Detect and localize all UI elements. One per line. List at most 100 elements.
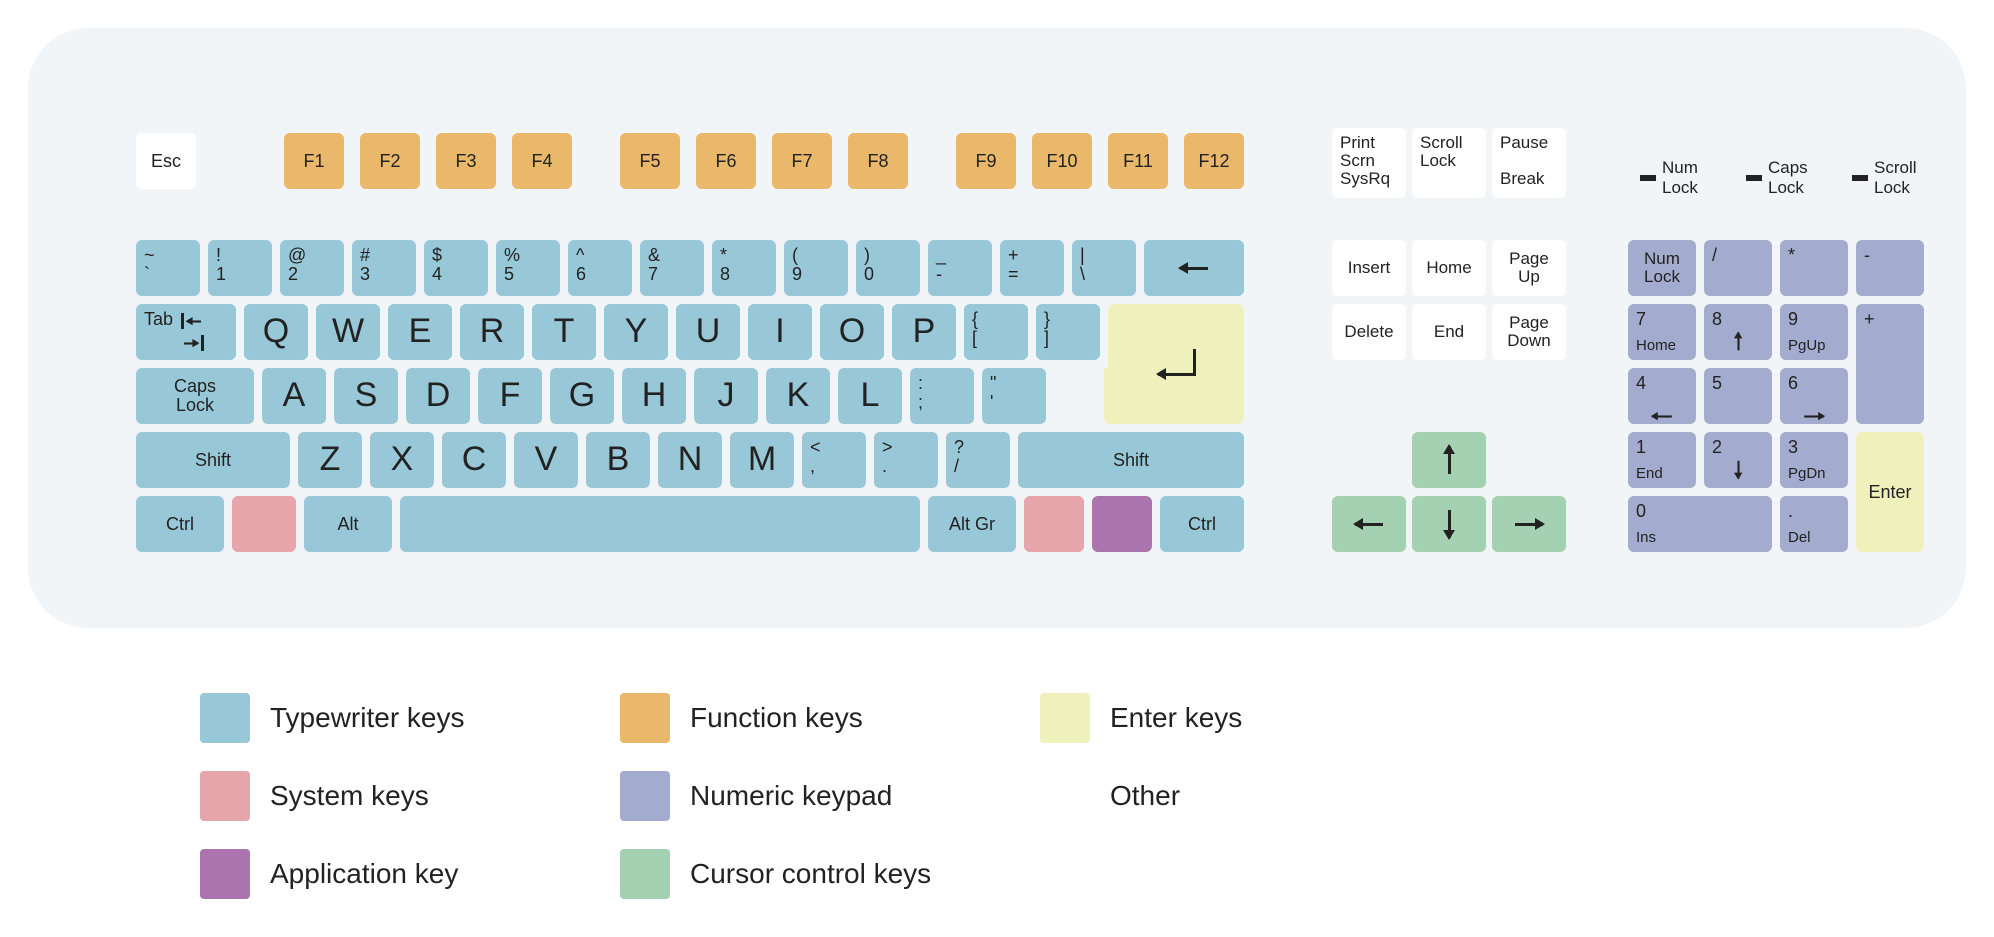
key-shift-right[interactable]: Shift — [1018, 432, 1244, 488]
key-j[interactable]: J — [694, 368, 758, 424]
key-y[interactable]: Y — [604, 304, 668, 360]
key-q[interactable]: Q — [244, 304, 308, 360]
key-capslock[interactable]: Caps Lock — [136, 368, 254, 424]
key-f10[interactable]: F10 — [1032, 133, 1092, 189]
numpad-numlock[interactable]: Num Lock — [1628, 240, 1696, 296]
key-c[interactable]: C — [442, 432, 506, 488]
key-t[interactable]: T — [532, 304, 596, 360]
key-p[interactable]: P — [892, 304, 956, 360]
key-insert[interactable]: Insert — [1332, 240, 1406, 296]
key-0[interactable]: )0 — [856, 240, 920, 296]
key-m[interactable]: M — [730, 432, 794, 488]
key-esc[interactable]: Esc — [136, 133, 196, 189]
numpad-6[interactable]: 6 — [1780, 368, 1848, 424]
key-f9[interactable]: F9 — [956, 133, 1016, 189]
key-space[interactable] — [400, 496, 920, 552]
key-2[interactable]: @2 — [280, 240, 344, 296]
numpad-5[interactable]: 5 — [1704, 368, 1772, 424]
key-4[interactable]: $4 — [424, 240, 488, 296]
key-altgr[interactable]: Alt Gr — [928, 496, 1016, 552]
key-ctrl-left[interactable]: Ctrl — [136, 496, 224, 552]
numpad-dot[interactable]: .Del — [1780, 496, 1848, 552]
key-scrolllock[interactable]: Scroll Lock — [1412, 128, 1486, 198]
key-quote[interactable]: "' — [982, 368, 1046, 424]
key-f7[interactable]: F7 — [772, 133, 832, 189]
numpad-7[interactable]: 7Home — [1628, 304, 1696, 360]
key-f1[interactable]: F1 — [284, 133, 344, 189]
key-7[interactable]: &7 — [640, 240, 704, 296]
key-n[interactable]: N — [658, 432, 722, 488]
key-6[interactable]: ^6 — [568, 240, 632, 296]
key-equals[interactable]: += — [1000, 240, 1064, 296]
key-f[interactable]: F — [478, 368, 542, 424]
key-f12[interactable]: F12 — [1184, 133, 1244, 189]
key-end[interactable]: End — [1412, 304, 1486, 360]
key-d[interactable]: D — [406, 368, 470, 424]
key-pageup[interactable]: Page Up — [1492, 240, 1566, 296]
key-grave[interactable]: ~` — [136, 240, 200, 296]
key-menu[interactable] — [1092, 496, 1152, 552]
key-l[interactable]: L — [838, 368, 902, 424]
key-ctrl-right[interactable]: Ctrl — [1160, 496, 1244, 552]
key-5[interactable]: %5 — [496, 240, 560, 296]
key-r[interactable]: R — [460, 304, 524, 360]
key-tab[interactable]: Tab — [136, 304, 236, 360]
key-bracket-right[interactable]: }] — [1036, 304, 1100, 360]
key-3[interactable]: #3 — [352, 240, 416, 296]
numpad-0[interactable]: 0Ins — [1628, 496, 1772, 552]
key-h[interactable]: H — [622, 368, 686, 424]
numpad-4[interactable]: 4 — [1628, 368, 1696, 424]
key-slash[interactable]: ?/ — [946, 432, 1010, 488]
key-f11[interactable]: F11 — [1108, 133, 1168, 189]
key-arrow-up[interactable] — [1412, 432, 1486, 488]
numpad-8[interactable]: 8 — [1704, 304, 1772, 360]
key-1[interactable]: !1 — [208, 240, 272, 296]
key-8[interactable]: *8 — [712, 240, 776, 296]
key-f8[interactable]: F8 — [848, 133, 908, 189]
numpad-9[interactable]: 9PgUp — [1780, 304, 1848, 360]
key-f2[interactable]: F2 — [360, 133, 420, 189]
key-backspace[interactable] — [1144, 240, 1244, 296]
key-b[interactable]: B — [586, 432, 650, 488]
key-w[interactable]: W — [316, 304, 380, 360]
key-s[interactable]: S — [334, 368, 398, 424]
key-comma[interactable]: <, — [802, 432, 866, 488]
key-win-right[interactable] — [1024, 496, 1084, 552]
numpad-1[interactable]: 1End — [1628, 432, 1696, 488]
key-z[interactable]: Z — [298, 432, 362, 488]
key-g[interactable]: G — [550, 368, 614, 424]
key-win-left[interactable] — [232, 496, 296, 552]
numpad-enter[interactable]: Enter — [1856, 432, 1924, 552]
key-printscreen[interactable]: Print Scrn SysRq — [1332, 128, 1406, 198]
numpad-add[interactable]: + — [1856, 304, 1924, 424]
key-i[interactable]: I — [748, 304, 812, 360]
key-enter[interactable] — [1108, 304, 1244, 424]
key-arrow-left[interactable] — [1332, 496, 1406, 552]
key-period[interactable]: >. — [874, 432, 938, 488]
numpad-subtract[interactable]: - — [1856, 240, 1924, 296]
numpad-2[interactable]: 2 — [1704, 432, 1772, 488]
key-e[interactable]: E — [388, 304, 452, 360]
key-o[interactable]: O — [820, 304, 884, 360]
key-k[interactable]: K — [766, 368, 830, 424]
key-u[interactable]: U — [676, 304, 740, 360]
numpad-multiply[interactable]: * — [1780, 240, 1848, 296]
key-f3[interactable]: F3 — [436, 133, 496, 189]
key-alt-left[interactable]: Alt — [304, 496, 392, 552]
key-pause[interactable]: Pause Break — [1492, 128, 1566, 198]
key-backslash[interactable]: |\ — [1072, 240, 1136, 296]
key-arrow-down[interactable] — [1412, 496, 1486, 552]
key-f6[interactable]: F6 — [696, 133, 756, 189]
key-a[interactable]: A — [262, 368, 326, 424]
numpad-3[interactable]: 3PgDn — [1780, 432, 1848, 488]
key-f5[interactable]: F5 — [620, 133, 680, 189]
numpad-divide[interactable]: / — [1704, 240, 1772, 296]
key-bracket-left[interactable]: {[ — [964, 304, 1028, 360]
key-home[interactable]: Home — [1412, 240, 1486, 296]
key-x[interactable]: X — [370, 432, 434, 488]
key-9[interactable]: (9 — [784, 240, 848, 296]
key-semicolon[interactable]: :; — [910, 368, 974, 424]
key-v[interactable]: V — [514, 432, 578, 488]
key-pagedown[interactable]: Page Down — [1492, 304, 1566, 360]
key-shift-left[interactable]: Shift — [136, 432, 290, 488]
